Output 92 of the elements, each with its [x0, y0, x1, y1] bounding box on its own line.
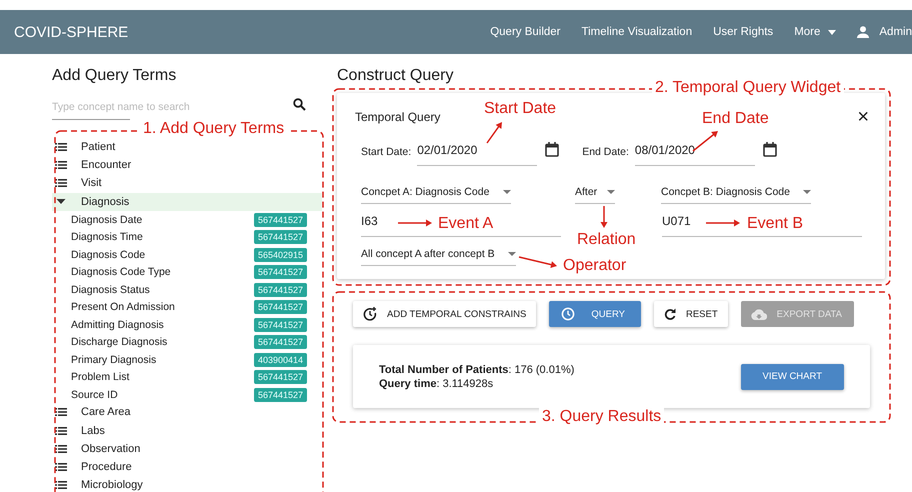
nav-menu[interactable]: More [794, 26, 836, 38]
tree-item[interactable]: Patient [52, 138, 322, 156]
annotation-label: Operator [563, 256, 626, 276]
app-title: COVID-SPHERE [14, 24, 128, 40]
tree-item[interactable]: Diagnosis Status [71, 284, 150, 296]
annotation-label: Relation [577, 230, 636, 250]
tree-item[interactable]: Discharge Diagnosis [71, 336, 168, 348]
tree-item[interactable]: Procedure [52, 458, 322, 476]
field-label: Start Date: [361, 146, 412, 158]
date-field[interactable]: 02/01/2020 [417, 137, 538, 166]
caret-icon [503, 190, 511, 194]
list-icon [55, 143, 67, 152]
arrow [486, 122, 502, 144]
annotation-label: End Date [702, 109, 769, 129]
action-button[interactable]: RESET [654, 301, 728, 327]
action-button[interactable]: QUERY [549, 301, 641, 327]
annotation-label: Start Date [484, 99, 556, 119]
section-title: Construct Query [337, 66, 454, 86]
count-badge: 567441527 [254, 265, 307, 279]
tree-item[interactable]: Care Area [52, 403, 322, 422]
arrow [692, 131, 718, 152]
tree-item[interactable]: Diagnosis Code [71, 248, 146, 260]
relation-select[interactable]: After [575, 180, 615, 204]
search-icon[interactable] [293, 98, 306, 111]
user-menu[interactable]: Admin [857, 26, 912, 38]
list-icon [55, 426, 67, 435]
date-field[interactable]: 08/01/2020 [634, 137, 755, 166]
result-text: Total Number of Patients: 176 (0.01%) [379, 362, 574, 376]
tree-item[interactable]: Primary Diagnosis [71, 354, 156, 366]
annotation-label: Event A [438, 214, 494, 234]
person-icon [857, 26, 870, 38]
action-button[interactable]: ADD TEMPORAL CONSTRAINS [353, 301, 536, 327]
caret-icon [803, 190, 811, 194]
tree-item[interactable]: Admitting Diagnosis [71, 318, 164, 330]
tree-item[interactable]: Observation [52, 440, 322, 458]
tree-item[interactable]: Diagnosis Time [71, 231, 143, 243]
nav-link[interactable]: Query Builder [490, 26, 561, 38]
annotation-label: 1. Add Query Terms [140, 119, 288, 139]
clock-icon [561, 307, 576, 321]
tree-item[interactable]: Present On Admission [71, 301, 175, 313]
concept-select[interactable]: Concpet B: Diagnosis Code [661, 180, 811, 204]
list-icon [55, 444, 67, 453]
refresh-icon [664, 308, 676, 320]
tree-item[interactable]: Visit [52, 174, 322, 193]
caret-icon [508, 252, 516, 256]
field-label: End Date: [582, 146, 629, 158]
count-badge: 567441527 [254, 282, 307, 296]
cloud-download-icon [750, 308, 767, 320]
count-badge: 565402915 [254, 248, 307, 262]
annotation-label: Event B [747, 214, 804, 234]
list-icon [55, 481, 67, 490]
clock-plus-icon [363, 307, 377, 321]
nav-link[interactable]: User Rights [713, 26, 774, 38]
calendar-icon[interactable] [762, 142, 777, 157]
caret-icon [828, 30, 836, 34]
result-text: Query time: 3.114928s [379, 376, 494, 390]
tree-item[interactable]: Microbiology [52, 476, 322, 492]
widget-title: Temporal Query [355, 110, 440, 124]
caret-icon [55, 199, 67, 204]
arrow [398, 220, 432, 226]
tree-item[interactable]: Problem List [71, 371, 130, 383]
tree-item[interactable]: Diagnosis Code Type [71, 266, 171, 278]
tree-item[interactable]: Diagnosis Date [71, 214, 142, 226]
caret-icon [607, 190, 615, 194]
arrow [600, 206, 608, 228]
count-badge: 567441527 [254, 335, 307, 349]
close-button[interactable]: × [857, 108, 869, 126]
list-icon [55, 462, 67, 471]
count-badge: 403900414 [254, 352, 307, 366]
annotation-label: 2. Temporal Query Widget [652, 78, 844, 98]
view-chart-button[interactable]: VIEW CHART [740, 364, 844, 390]
tree-item[interactable]: Encounter [52, 156, 322, 174]
count-badge: 567441527 [254, 370, 307, 384]
section-title: Add Query Terms [52, 66, 178, 86]
arrow [518, 256, 557, 268]
operator-select[interactable]: All concept A after concept B [361, 242, 516, 266]
list-icon [55, 179, 67, 188]
count-badge: 567441527 [254, 212, 307, 226]
tree-item[interactable]: Labs [52, 421, 322, 440]
concept-select[interactable]: Concpet A: Diagnosis Code [361, 180, 511, 204]
list-icon [55, 408, 67, 416]
annotation-label: 3. Query Results [539, 407, 664, 427]
count-badge: 567441527 [254, 388, 307, 402]
list-icon [55, 161, 67, 170]
count-badge: 567441527 [254, 318, 307, 332]
nav-link[interactable]: Timeline Visualization [582, 26, 692, 38]
count-badge: 567441527 [254, 300, 307, 314]
count-badge: 567441527 [254, 230, 307, 244]
arrow [706, 220, 740, 226]
tree-item[interactable]: Source ID [71, 388, 118, 400]
tree-item[interactable]: Diagnosis [52, 192, 322, 211]
calendar-icon[interactable] [545, 142, 560, 157]
